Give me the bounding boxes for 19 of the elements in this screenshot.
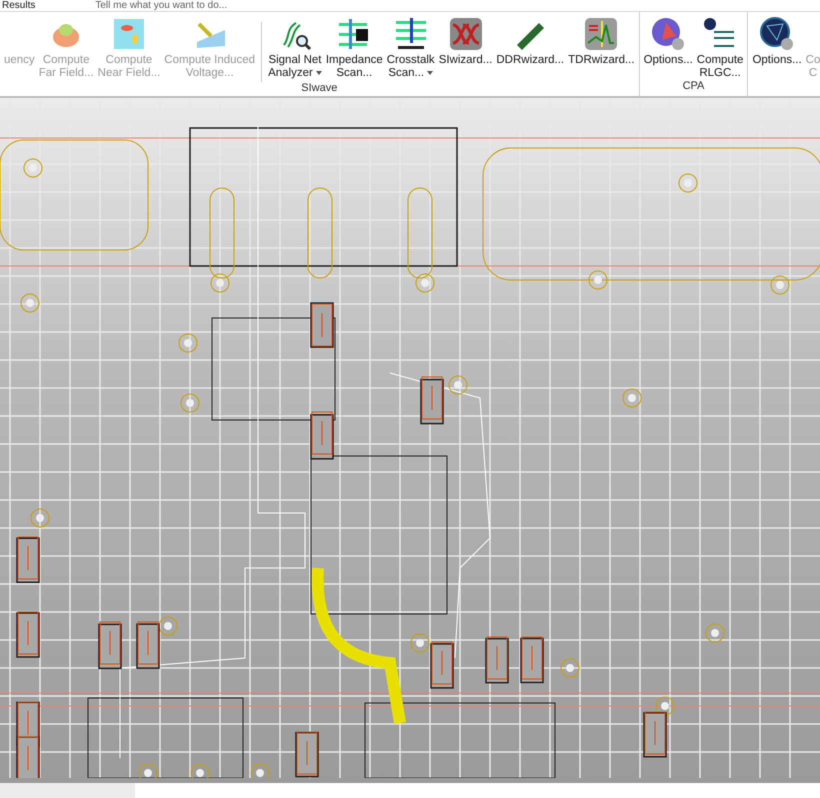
globe-gear-icon [759,16,796,52]
group-label: SIwave [300,82,338,96]
ribbon-button[interactable]: Crosstalk Scan... [384,16,437,80]
tdr-waveform-icon [584,17,618,52]
eye-diagram-icon [448,17,483,52]
tell-me-search-field[interactable]: Tell me what you want to do... [95,0,228,11]
group-label: CPA [682,80,706,94]
ribbon-button[interactable]: Signal Net Analyzer [266,16,324,80]
ribbon-button[interactable]: Options... [750,16,804,68]
ribbon-tab[interactable]: Results [2,0,36,11]
crosstalk-icon [394,17,428,52]
ribbon-button[interactable]: Impedance Scan... [324,16,385,80]
field-map-icon [112,18,145,50]
sphere-gear-icon [650,16,686,52]
ribbon-button[interactable]: DDRwizard... [494,16,566,68]
ribbon-button[interactable]: TDRwizard... [566,16,637,68]
ribbon-button[interactable]: SIwizard... [436,16,494,68]
ribbon-button[interactable]: Compute RLGC... [694,16,746,80]
ribbon-button[interactable]: Options... [642,16,695,68]
